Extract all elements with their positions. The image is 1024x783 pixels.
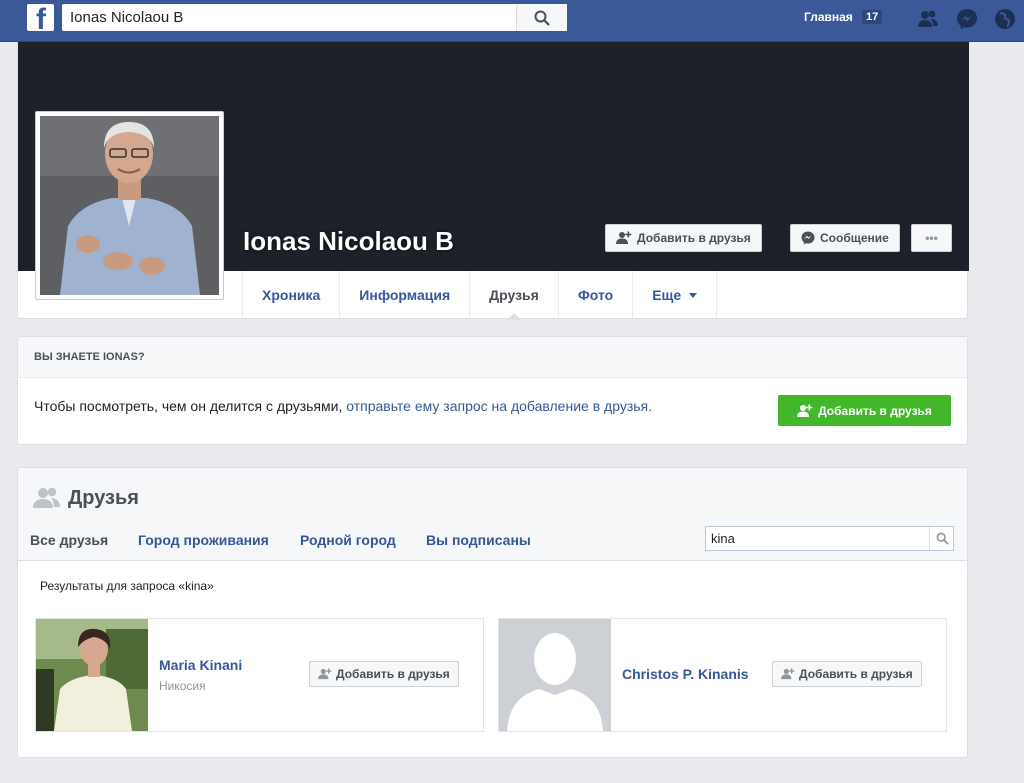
friend-card: Christos P. Kinanis Добавить в друзья [498, 618, 947, 732]
profile-picture[interactable] [35, 111, 224, 300]
friend-photo[interactable] [36, 619, 148, 731]
add-friend-green-label: Добавить в друзья [818, 403, 932, 418]
friend-location: Никосия [159, 679, 206, 693]
tab-hometown[interactable]: Родной город [300, 532, 396, 548]
search-button[interactable] [516, 4, 567, 31]
tab-more[interactable]: Еще [632, 271, 718, 319]
add-friend-icon [781, 668, 795, 680]
facebook-logo[interactable]: f [27, 4, 54, 31]
search-icon [936, 532, 949, 545]
friend-photo-image [36, 619, 148, 731]
friends-header: Друзья Все друзья Город проживания Родно… [18, 468, 967, 561]
notifications-globe-icon[interactable] [994, 8, 1016, 30]
add-friend-button[interactable]: Добавить в друзья [605, 224, 762, 252]
friends-icon [33, 487, 60, 508]
add-friend-icon [797, 404, 813, 417]
add-friend-button[interactable]: Добавить в друзья [309, 661, 459, 687]
search-icon [534, 10, 550, 26]
search-input[interactable] [62, 4, 514, 31]
do-you-know-message: Чтобы посмотреть, чем он делится с друзь… [34, 398, 343, 414]
home-count-badge: 17 [862, 10, 883, 24]
message-label: Сообщение [820, 231, 889, 245]
add-friend-green-button[interactable]: Добавить в друзья [778, 395, 951, 426]
more-options-icon: ••• [925, 231, 938, 245]
friends-section: Друзья Все друзья Город проживания Родно… [17, 467, 968, 758]
profile-tabs: Хроника Информация Друзья Фото Еще [242, 271, 718, 320]
add-friend-label: Добавить в друзья [799, 667, 913, 681]
caret-down-icon [689, 292, 698, 298]
tab-following[interactable]: Вы подписаны [426, 532, 531, 548]
profile-photo-image [40, 116, 219, 295]
add-friend-icon [318, 668, 332, 680]
friends-search [705, 526, 954, 551]
profile-header: Ionas Nicolaou B Добавить в друзья Сообщ… [17, 42, 969, 320]
add-friend-label: Добавить в друзья [637, 231, 751, 245]
tab-current-city[interactable]: Город проживания [138, 532, 269, 548]
friends-search-button[interactable] [929, 527, 953, 550]
home-link[interactable]: Главная [804, 10, 853, 24]
tab-friends[interactable]: Друзья [469, 271, 558, 320]
friend-card: Maria Kinani Никосия Добавить в друзья [35, 618, 484, 732]
friend-requests-icon[interactable] [917, 8, 939, 30]
friend-photo-placeholder[interactable] [499, 619, 611, 731]
add-friend-icon [616, 231, 632, 244]
facebook-logo-letter: f [36, 4, 46, 32]
send-request-link[interactable]: отправьте ему запрос на добавление в дру… [346, 398, 652, 414]
add-friend-label: Добавить в друзья [336, 667, 450, 681]
friends-search-input[interactable] [706, 527, 928, 550]
top-navigation-bar: f Главная 17 [0, 0, 1024, 42]
search-results-label: Результаты для запроса «kina» [40, 579, 214, 593]
tab-photos[interactable]: Фото [557, 271, 632, 319]
friend-name[interactable]: Christos P. Kinanis [622, 666, 749, 682]
more-options-button[interactable]: ••• [911, 224, 952, 252]
messenger-icon [801, 231, 815, 245]
friend-name[interactable]: Maria Kinani [159, 657, 242, 673]
tab-timeline[interactable]: Хроника [242, 271, 339, 319]
message-button[interactable]: Сообщение [790, 224, 900, 252]
default-avatar-icon [499, 619, 611, 731]
search-box [62, 4, 567, 31]
tab-all-friends[interactable]: Все друзья [30, 532, 108, 548]
add-friend-button[interactable]: Добавить в друзья [772, 661, 922, 687]
do-you-know-card: ВЫ ЗНАЕТЕ IONAS? Чтобы посмотреть, чем о… [17, 336, 968, 445]
profile-name: Ionas Nicolaou B [243, 226, 454, 256]
tab-more-label: Еще [652, 287, 682, 303]
do-you-know-text: Чтобы посмотреть, чем он делится с друзь… [34, 398, 652, 414]
friends-title: Друзья [68, 487, 139, 509]
do-you-know-heading: ВЫ ЗНАЕТЕ IONAS? [18, 337, 967, 378]
messenger-icon[interactable] [956, 8, 978, 30]
tab-about[interactable]: Информация [339, 271, 469, 319]
